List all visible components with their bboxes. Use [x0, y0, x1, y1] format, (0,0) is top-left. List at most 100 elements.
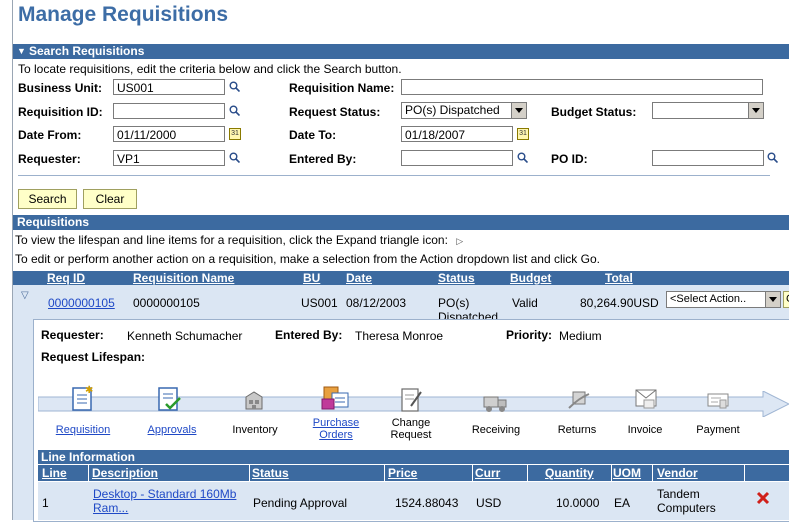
action-select[interactable]: <Select Action..: [666, 291, 781, 308]
search-section-title: Search Requisitions: [29, 44, 145, 58]
approvals-icon[interactable]: [157, 386, 183, 414]
search-icon[interactable]: [229, 81, 240, 92]
calendar-icon[interactable]: 31: [517, 128, 529, 140]
search-instructions: To locate requisitions, edit the criteri…: [18, 62, 402, 76]
col-total[interactable]: Total: [605, 271, 633, 285]
total-currency: USD: [633, 296, 659, 310]
invoice-icon: [635, 389, 657, 409]
requisition-id-input[interactable]: [113, 103, 225, 119]
lifespan-step-change-request: Change Request: [390, 417, 432, 441]
detail-entered-by-label: Entered By:: [275, 328, 343, 342]
search-icon[interactable]: [517, 152, 528, 163]
req-id-link[interactable]: 0000000105: [48, 296, 115, 310]
collapse-triangle-icon[interactable]: ▼: [17, 44, 26, 59]
col-budget[interactable]: Budget: [510, 271, 551, 285]
expand-triangle-icon: ▷: [456, 236, 464, 246]
requisition-bu: US001: [301, 296, 338, 310]
col-status[interactable]: Status: [438, 271, 475, 285]
col-vendor[interactable]: Vendor: [657, 466, 698, 480]
expand-instructions: To view the lifespan and line items for …: [15, 233, 463, 247]
line-quantity: 10.0000: [556, 496, 600, 510]
line-info-title-bar: Line Information: [38, 450, 789, 464]
requisition-id-label: Requisition ID:: [18, 105, 103, 119]
detail-priority-value: Medium: [559, 329, 602, 343]
request-status-value: PO(s) Dispatched: [405, 103, 500, 117]
date-from-input[interactable]: 01/11/2000: [113, 126, 225, 142]
col-uom[interactable]: UOM: [613, 466, 641, 480]
dropdown-arrow-icon[interactable]: [748, 103, 763, 118]
line-vendor: Tandem Computers: [657, 487, 716, 515]
returns-icon: [568, 391, 590, 409]
vendor-line: Tandem: [657, 487, 700, 501]
search-section-header[interactable]: ▼ Search Requisitions: [13, 44, 789, 59]
search-icon[interactable]: [767, 152, 778, 163]
svg-text:✱: ✱: [85, 385, 93, 396]
description-line: Ram...: [93, 501, 129, 515]
search-button[interactable]: Search: [18, 189, 77, 209]
col-price[interactable]: Price: [388, 466, 417, 480]
lifespan-step-approvals[interactable]: Approvals: [137, 424, 207, 436]
lifespan-step-returns: Returns: [557, 424, 597, 436]
requisition-name-input[interactable]: [401, 79, 763, 95]
detail-requester-label: Requester:: [41, 328, 104, 342]
delete-icon[interactable]: [756, 491, 770, 505]
entered-by-input[interactable]: [401, 150, 513, 166]
col-curr[interactable]: Curr: [475, 466, 500, 480]
requisition-name: 0000000105: [133, 296, 200, 310]
clear-button[interactable]: Clear: [83, 189, 137, 209]
line-description-link[interactable]: Desktop - Standard 160Mb Ram...: [93, 487, 236, 515]
lifespan-step-payment: Payment: [696, 424, 740, 436]
detail-entered-by-value: Theresa Monroe: [355, 329, 444, 343]
vendor-line: Computers: [657, 501, 716, 515]
line-uom: EA: [614, 496, 631, 510]
payment-icon: [707, 393, 729, 409]
search-icon[interactable]: [229, 152, 240, 163]
request-status-select[interactable]: PO(s) Dispatched: [401, 102, 527, 119]
dropdown-arrow-icon[interactable]: [765, 292, 780, 307]
line-info-header: Line Description Status Price Curr Quant…: [38, 465, 789, 481]
detail-priority-label: Priority:: [506, 328, 553, 342]
inventory-icon: [245, 391, 263, 410]
lifespan-step-inventory: Inventory: [232, 424, 278, 436]
line-price: 1524.88043: [395, 496, 459, 510]
budget-status-label: Budget Status:: [551, 105, 637, 119]
go-button[interactable]: Go: [783, 291, 789, 308]
status-line: PO(s): [438, 296, 470, 310]
change-request-icon: [401, 388, 422, 412]
requisition-icon[interactable]: ✱: [71, 384, 95, 412]
search-icon[interactable]: [229, 105, 240, 116]
budget-status-select[interactable]: [652, 102, 764, 119]
col-requisition-name[interactable]: Requisition Name: [133, 271, 234, 285]
date-from-label: Date From:: [18, 128, 82, 142]
lifespan-step-requisition[interactable]: Requisition: [48, 424, 118, 436]
col-line-status[interactable]: Status: [252, 466, 289, 480]
collapse-triangle-icon[interactable]: ▽: [21, 290, 29, 301]
po-id-label: PO ID:: [551, 152, 588, 166]
calendar-icon[interactable]: 31: [229, 128, 241, 140]
requisition-date: 08/12/2003: [346, 296, 407, 310]
col-req-id[interactable]: Req ID: [47, 271, 85, 285]
col-bu[interactable]: BU: [303, 271, 320, 285]
requester-input[interactable]: VP1: [113, 150, 225, 166]
entered-by-label: Entered By:: [289, 152, 357, 166]
col-line[interactable]: Line: [42, 466, 67, 480]
col-date[interactable]: Date: [346, 271, 372, 285]
receiving-icon: [483, 396, 507, 412]
page-title: Manage Requisitions: [18, 3, 229, 26]
lifespan-step-invoice: Invoice: [627, 424, 663, 436]
po-id-input[interactable]: [652, 150, 764, 166]
col-quantity[interactable]: Quantity: [545, 466, 594, 480]
lifespan-step-receiving: Receiving: [471, 424, 521, 436]
lifespan-step-purchase-orders[interactable]: Purchase Orders: [304, 417, 368, 441]
date-to-input[interactable]: 01/18/2007: [401, 126, 513, 142]
description-line: Desktop - Standard 160Mb: [93, 487, 237, 501]
business-unit-input[interactable]: US001: [113, 79, 225, 95]
requisition-budget: Valid: [512, 296, 538, 310]
expand-instructions-text: To view the lifespan and line items for …: [15, 233, 448, 247]
date-to-label: Date To:: [289, 128, 337, 142]
line-curr: USD: [476, 496, 502, 510]
requisitions-table-header: Req ID Requisition Name BU Date Status B…: [13, 271, 789, 285]
purchase-orders-icon[interactable]: [320, 383, 354, 413]
col-description[interactable]: Description: [92, 466, 158, 480]
dropdown-arrow-icon[interactable]: [511, 103, 526, 118]
